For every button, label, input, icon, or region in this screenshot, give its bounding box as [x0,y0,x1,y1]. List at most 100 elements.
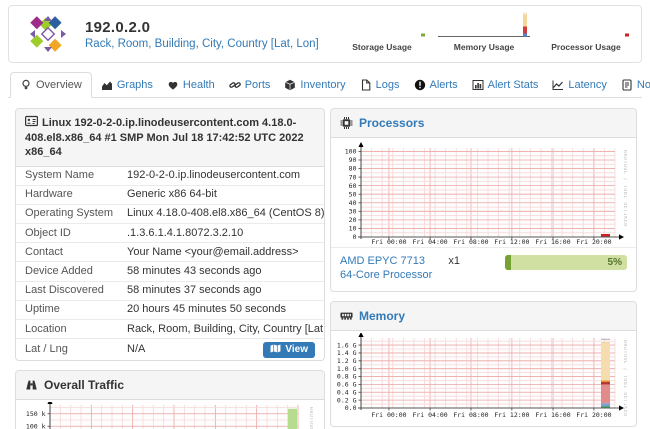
memory-header: Memory [331,302,636,331]
svg-text:150 k: 150 k [26,410,46,418]
row-label: Operating System [25,207,127,220]
processors-header: Processors [331,109,636,138]
svg-text:30: 30 [349,208,357,216]
svg-text:Fri 04:00: Fri 04:00 [412,411,447,419]
mini-graph-label: Memory Usage [454,42,514,52]
row-value: 58 minutes 43 seconds ago [127,265,315,278]
svg-text:Fri 12:00: Fri 12:00 [494,411,529,419]
svg-text:Fri 08:00: Fri 08:00 [453,411,488,419]
svg-text:Fri 04:00: Fri 04:00 [412,238,447,246]
device-header: 192.0.2.0 Rack, Room, Building, City, Co… [8,5,642,63]
right-column: Processors 1009080706050403020100Fri 00:… [330,108,637,429]
tab-label: Latency [568,79,607,91]
row-label: Hardware [25,188,127,201]
table-row: Last Discovered58 minutes 37 seconds ago [16,281,324,300]
svg-text:Fri 12:00: Fri 12:00 [494,238,529,246]
svg-text:0.0: 0.0 [345,404,357,412]
overall-traffic-header: Overall Traffic [16,371,324,400]
tab-ports[interactable]: Ports [224,72,276,98]
overall-traffic-panel: Overall Traffic 150 k100 k50 k0RRDTOOL /… [15,370,325,429]
memory-graph[interactable]: 1.6 G1.4 G1.2 G1.0 G0.8 G0.6 G0.4 G0.2 G… [331,331,636,426]
cpu-count: x1 [448,255,460,267]
tab-alerts[interactable]: Alerts [409,72,463,98]
system-info-header: Linux 192-0-2-0.ip.linodeusercontent.com… [16,109,324,167]
system-info-panel: Linux 192-0-2-0.ip.linodeusercontent.com… [15,108,325,361]
row-label: System Name [25,169,127,182]
tab-health[interactable]: Health [162,72,220,98]
tab-overview[interactable]: Overview [10,72,92,98]
note-icon [621,79,633,91]
svg-text:1.0 G: 1.0 G [337,364,357,372]
table-row: Lat / LngN/AView [16,338,324,360]
table-row: Uptime20 hours 45 minutes 50 seconds [16,300,324,319]
svg-text:40: 40 [349,199,357,207]
tab-notes[interactable]: Notes [616,72,650,98]
row-label: Lat / Lng [25,343,127,356]
mini-graph-image [434,12,534,42]
row-label: Object ID [25,227,127,240]
tab-graphs[interactable]: Graphs [96,72,158,98]
svg-text:20: 20 [349,216,357,224]
svg-text:0.6 G: 0.6 G [337,380,357,388]
alert-circle-icon [414,79,426,91]
mini-graph-processor-usage[interactable]: Processor Usage [535,12,637,52]
overall-traffic-title: Overall Traffic [44,378,124,392]
device-location-link[interactable]: Rack, Room, Building, City, Country [Lat… [85,38,319,50]
cpu-usage-label: 5% [608,255,622,270]
cpu-usage-bar: 5% [505,255,627,270]
svg-text:1.4 G: 1.4 G [337,349,357,357]
line-chart-icon [552,79,564,91]
row-label: Contact [25,246,127,259]
table-row: LocationRack, Room, Building, City, Coun… [16,319,324,338]
processors-title: Processors [359,116,424,130]
table-row: Operating SystemLinux 4.18.0-408.el8.x86… [16,204,324,223]
centos-logo [29,15,67,53]
tab-bar: OverviewGraphsHealth Ports Inventory Logs Al… [8,70,642,98]
link-icon [229,79,241,91]
header-mini-graphs: Storage Usage Memory Usage Processor Usage [331,12,637,52]
tab-alert-stats[interactable]: Alert Stats [467,72,544,98]
svg-text:80: 80 [349,165,357,173]
svg-text:Fri 20:00: Fri 20:00 [576,238,611,246]
overall-traffic-graph[interactable]: 150 k100 k50 k0RRDTOOL / TOBI OETIKER [16,400,324,429]
cpu-subtitle-link[interactable]: 64-Core Processor [340,268,432,282]
memory-title: Memory [359,309,405,323]
svg-text:0.8 G: 0.8 G [337,372,357,380]
lightbulb-icon [20,79,32,91]
tab-logs[interactable]: Logs [355,72,405,98]
mini-graph-image [332,12,432,42]
mini-graph-label: Processor Usage [551,42,620,52]
view-button-label: View [285,344,308,355]
row-label: Device Added [25,265,127,278]
svg-text:1.6 G: 1.6 G [337,341,357,349]
svg-text:Fri 20:00: Fri 20:00 [576,411,611,419]
svg-text:Fri 08:00: Fri 08:00 [453,238,488,246]
row-label: Location [25,323,127,336]
server-icon [25,115,38,127]
tab-label: Logs [376,79,400,91]
system-info-table: System Name192-0-2-0.ip.linodeuserconten… [16,167,324,361]
file-icon [360,79,372,91]
cpu-name-block: AMD EPYC 7713 64-Core Processor [340,254,432,283]
bar-chart-icon [472,79,484,91]
svg-text:RRDTOOL / TOBI OETIKER: RRDTOOL / TOBI OETIKER [622,150,627,227]
mini-graph-storage-usage[interactable]: Storage Usage [331,12,433,52]
mini-graph-memory-usage[interactable]: Memory Usage [433,12,535,52]
table-row: HardwareGeneric x86 64-bit [16,185,324,204]
tab-inventory[interactable]: Inventory [279,72,350,98]
svg-text:90: 90 [349,156,357,164]
cpu-name-link[interactable]: AMD EPYC 7713 [340,254,432,268]
cpu-usage-fill [505,255,511,270]
tab-label: Ports [245,79,271,91]
system-kernel-title: Linux 192-0-2-0.ip.linodeusercontent.com… [25,117,304,158]
svg-text:100 k: 100 k [26,423,46,429]
view-map-button[interactable]: View [263,342,315,358]
table-row: System Name192-0-2-0.ip.linodeuserconten… [16,167,324,185]
svg-text:Fri 16:00: Fri 16:00 [535,238,570,246]
svg-text:RRDTOOL / TOBI OETIKER: RRDTOOL / TOBI OETIKER [308,407,313,429]
processor-row: AMD EPYC 7713 64-Core Processor x1 5% [331,247,636,291]
svg-text:0.4 G: 0.4 G [337,388,357,396]
processors-graph[interactable]: 1009080706050403020100Fri 00:00Fri 04:00… [331,138,636,247]
tab-latency[interactable]: Latency [547,72,612,98]
microchip-icon [340,117,353,129]
